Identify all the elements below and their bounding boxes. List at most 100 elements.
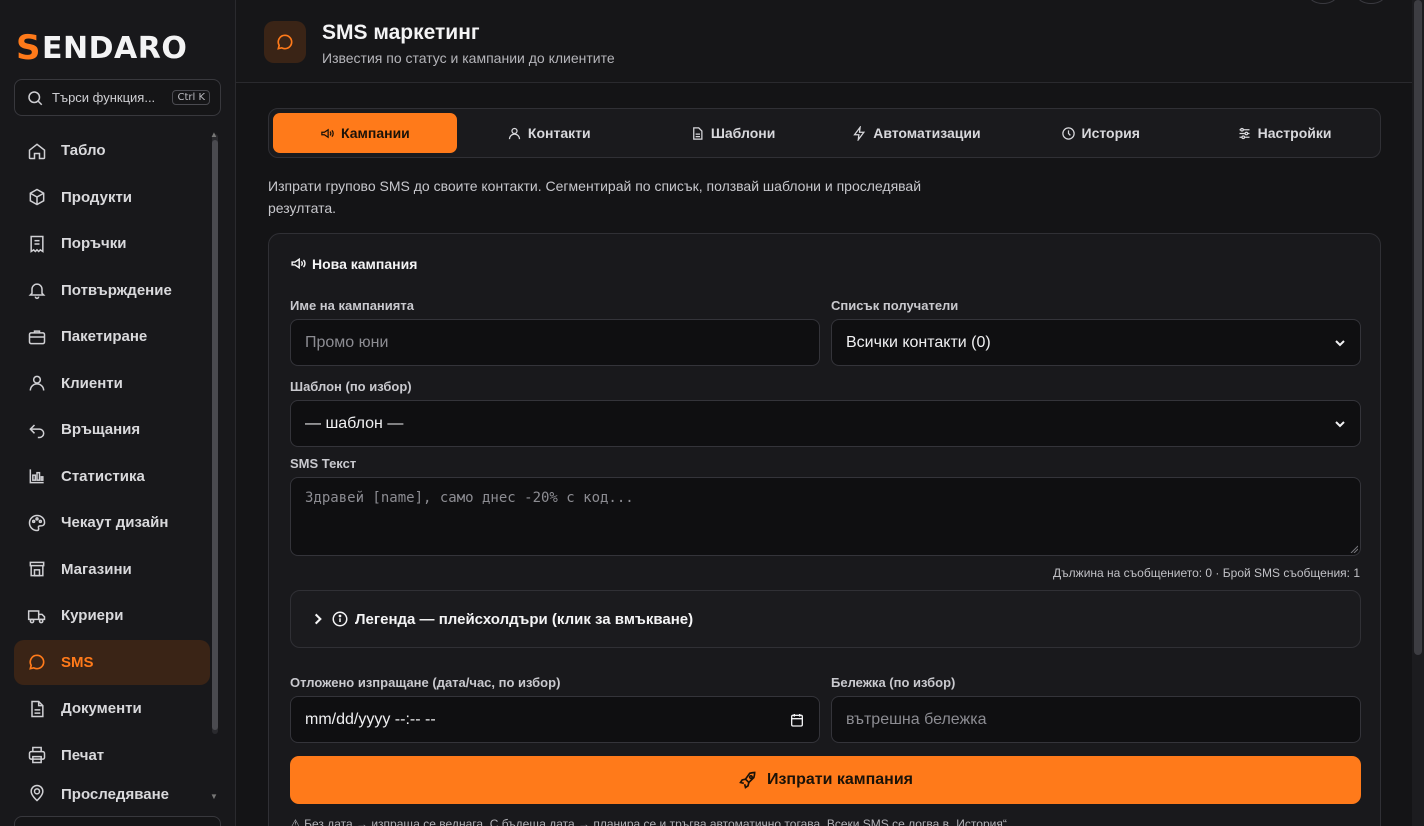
note-placeholder: вътрешна бележка [846,710,987,728]
sidebar-item-customers[interactable]: Клиенти [14,361,210,406]
logo-text: ENDARO [42,30,188,66]
campaign-name-placeholder: Промо юни [305,333,389,351]
sidebar-item-print[interactable]: Печат [14,733,210,778]
sms-tabs: Кампании Контакти Шаблони Автоматизации … [268,108,1381,158]
page-scrollbar[interactable] [1412,0,1424,826]
sidebar-item-products[interactable]: Продукти [14,175,210,220]
footnote-text: Без дата → изпраща се веднага. С бъдеща … [304,817,1011,826]
tab-label: Настройки [1257,125,1332,141]
search-icon [28,90,43,105]
placeholders-legend-toggle[interactable]: Легенда — плейсхолдъри (клик за вмъкване… [290,590,1361,648]
sidebar-item-confirmation[interactable]: Потвърждение [14,268,210,313]
megaphone-icon [321,128,334,138]
schedule-label: Отложено изпращане (дата/час, по избор) [290,675,561,690]
tab-automations[interactable]: Автоматизации [824,113,1008,153]
tab-templates[interactable]: Шаблони [641,113,825,153]
chevron-right-icon [314,613,322,625]
note-input[interactable]: вътрешна бележка [831,696,1361,743]
card-title: Нова кампания [290,255,417,272]
page-title: SMS маркетинг [322,21,480,44]
sidebar-item-label: Чекаут дизайн [61,514,169,531]
sidebar-item-stores[interactable]: Магазини [14,547,210,592]
bolt-icon [853,125,866,141]
search-placeholder: Търси функция... [52,90,156,105]
sidebar-item-couriers[interactable]: Куриери [14,593,210,638]
home-icon [28,142,46,159]
recipient-list-label: Списък получатели [831,298,959,313]
rocket-icon [739,771,756,789]
tab-contacts[interactable]: Контакти [457,113,641,153]
sidebar-item-label: Печат [61,746,105,764]
sidebar: S ENDARO Търси функция... Ctrl K Табло Пр… [0,0,236,826]
sms-text-label: SMS Текст [290,456,357,471]
sidebar-item-orders[interactable]: Поръчки [14,221,210,266]
legend-label: Легенда — плейсхолдъри (клик за вмъкване… [355,610,694,628]
tab-history[interactable]: История [1008,113,1192,153]
footnote: ⚠ Без дата → изпраща се веднага. С бъдещ… [290,817,1010,826]
sidebar-item-documents[interactable]: Документи [14,686,210,731]
sidebar-item-label: SMS [61,653,94,671]
sidebar-item-checkout-design[interactable]: Чекаут дизайн [14,500,210,545]
shortcut-badge: Ctrl K [172,90,210,105]
user-icon [29,375,45,391]
tab-label: История [1081,125,1140,141]
campaign-name-input[interactable]: Промо юни [290,319,820,366]
receipt-icon [30,235,44,253]
page-subtitle: Известия по статус и кампании до клиенти… [322,50,615,66]
sidebar-bottom-panel[interactable] [14,816,221,826]
sidebar-item-label: Табло [61,142,106,159]
sms-text-input[interactable]: Здравей [name], само днес -20% с код... [290,477,1361,556]
file-icon [692,126,703,140]
sidebar-nav: Табло Продукти Поръчки Потвърждение Паке… [14,128,210,805]
return-icon [29,423,45,438]
recipient-list-select[interactable]: Всички контакти (0) [831,319,1361,366]
intro-text: Изпрати групово SMS до своите контакти. … [268,178,922,216]
sidebar-item-label: Пакетиране [61,328,148,345]
scroll-up-arrow[interactable]: ▲ [210,130,218,139]
calendar-icon[interactable] [789,712,805,728]
tab-settings[interactable]: Настройки [1192,113,1376,153]
sidebar-item-label: Проследяване [61,786,169,803]
page-scrollbar-thumb[interactable] [1414,0,1422,655]
sidebar-item-label: Клиенти [61,374,123,392]
sliders-icon [1239,127,1250,139]
template-select[interactable]: — шаблон — [290,400,1361,447]
sms-header-icon [264,21,306,63]
sidebar-item-label: Потвърждение [61,281,172,299]
chevron-down-icon [1335,420,1345,427]
schedule-datetime-value: mm/dd/yyyy --:-- -- [305,710,436,728]
sidebar-item-returns[interactable]: Връщания [14,407,210,452]
send-campaign-button[interactable]: Изпрати кампания [290,756,1361,804]
send-campaign-label: Изпрати кампания [766,771,914,788]
tab-campaigns[interactable]: Кампании [273,113,457,153]
scroll-down-arrow[interactable]: ▼ [210,792,218,801]
tab-label: Контакти [527,125,591,141]
sidebar-item-label: Връщания [61,421,141,438]
search-input[interactable]: Търси функция... Ctrl K [14,79,221,116]
new-campaign-card: Нова кампания Име на кампанията Промо юн… [268,233,1381,826]
sms-text-placeholder: Здравей [name], само днес -20% с код... [305,490,634,506]
sidebar-item-tracking[interactable]: Проследяване [14,779,210,803]
sidebar-item-packing[interactable]: Пакетиране [14,314,210,359]
tab-label: Автоматизации [873,125,981,141]
megaphone-icon [291,257,306,270]
truck-icon [27,609,46,623]
resize-handle-icon[interactable] [1350,545,1358,553]
header-action-button[interactable] [1308,0,1338,4]
logo[interactable]: S ENDARO [16,28,188,68]
schedule-datetime-input[interactable]: mm/dd/yyyy --:-- -- [290,696,820,743]
sidebar-item-dashboard[interactable]: Табло [14,128,210,173]
sidebar-item-label: Документи [61,700,142,717]
store-icon [29,561,45,577]
chevron-down-icon [1335,339,1345,346]
sidebar-scrollbar-thumb[interactable] [212,140,218,730]
sidebar-item-statistics[interactable]: Статистика [14,454,210,499]
sidebar-item-sms[interactable]: SMS [14,639,210,685]
palette-icon [28,514,46,531]
info-icon [332,611,348,627]
document-icon [31,700,44,717]
bell-icon [28,283,46,300]
tab-label: Шаблони [710,125,776,141]
sidebar-item-label: Магазини [61,560,132,578]
header-profile-button[interactable] [1356,0,1386,4]
